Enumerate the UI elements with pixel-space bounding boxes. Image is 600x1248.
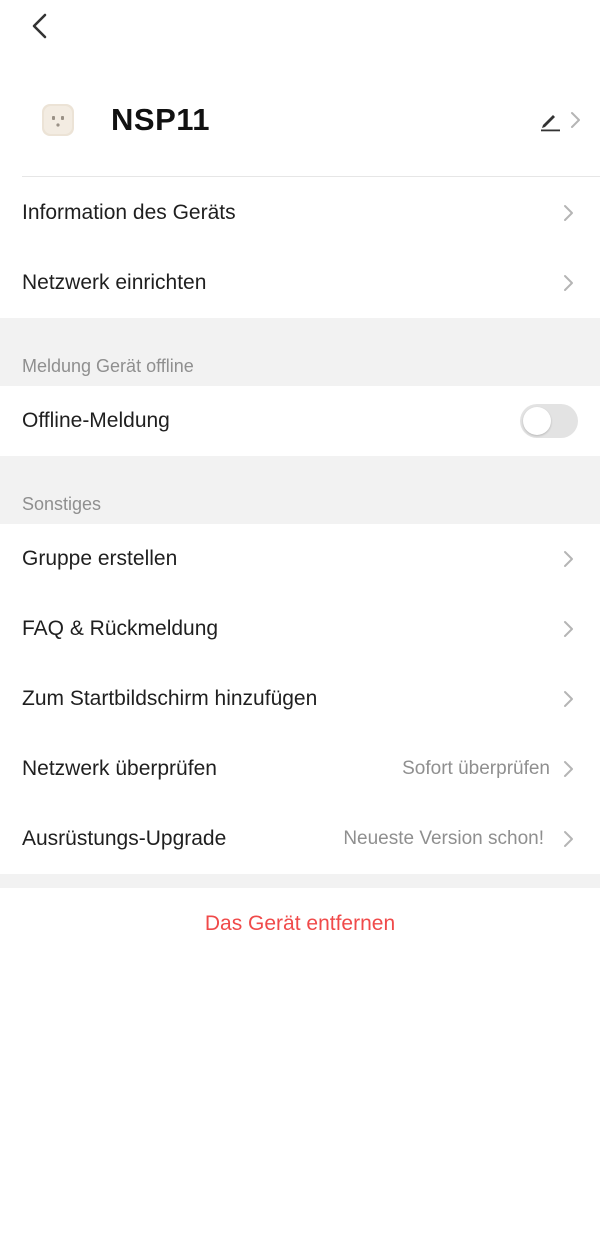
remove-device-button[interactable]: Das Gerät entfernen bbox=[0, 888, 600, 960]
row-label: Netzwerk einrichten bbox=[22, 271, 207, 294]
row-create-group[interactable]: Gruppe erstellen bbox=[0, 524, 600, 594]
device-header[interactable]: NSP11 bbox=[0, 84, 600, 156]
row-check-network[interactable]: Netzwerk überprüfen Sofort überprüfen bbox=[0, 734, 600, 804]
row-firmware-upgrade[interactable]: Ausrüstungs-Upgrade Neueste Version scho… bbox=[0, 804, 600, 874]
toggle-knob bbox=[523, 407, 551, 435]
row-label: Netzwerk überprüfen bbox=[22, 757, 217, 780]
chevron-right-icon bbox=[564, 761, 573, 777]
chevron-right-icon bbox=[564, 205, 573, 221]
row-label: Gruppe erstellen bbox=[22, 547, 178, 570]
row-label: FAQ & Rückmeldung bbox=[22, 617, 219, 640]
row-offline-notification: Offline-Meldung bbox=[0, 386, 600, 456]
edit-device-button[interactable] bbox=[538, 106, 584, 134]
section-other-header: Sonstiges bbox=[0, 456, 600, 524]
row-device-information[interactable]: Information des Geräts bbox=[0, 178, 600, 248]
row-network-setup[interactable]: Netzwerk einrichten bbox=[0, 248, 600, 318]
top-bar bbox=[0, 0, 600, 56]
section-divider bbox=[0, 874, 600, 888]
chevron-right-icon bbox=[564, 275, 573, 291]
chevron-right-icon bbox=[564, 831, 573, 847]
row-value: Sofort überprüfen bbox=[402, 758, 550, 779]
device-name: NSP11 bbox=[111, 102, 211, 137]
back-button[interactable] bbox=[22, 8, 58, 44]
row-faq-feedback[interactable]: FAQ & Rückmeldung bbox=[0, 594, 600, 664]
chevron-right-icon bbox=[564, 551, 573, 567]
section-title-offline: Meldung Gerät offline bbox=[22, 356, 194, 376]
offline-notification-toggle[interactable] bbox=[520, 404, 578, 438]
chevron-right-icon bbox=[571, 112, 580, 128]
chevron-right-icon bbox=[564, 621, 573, 637]
device-settings-screen: NSP11 Information des Geräts Netzwerk ei… bbox=[0, 0, 600, 1248]
header-divider bbox=[22, 176, 600, 177]
chevron-right-icon bbox=[564, 691, 573, 707]
smart-plug-icon bbox=[42, 104, 74, 136]
row-label: Offline-Meldung bbox=[22, 409, 170, 432]
row-label: Ausrüstungs-Upgrade bbox=[22, 827, 227, 850]
section-title-other: Sonstiges bbox=[22, 494, 102, 514]
row-add-to-homescreen[interactable]: Zum Startbildschirm hinzufügen bbox=[0, 664, 600, 734]
row-label: Information des Geräts bbox=[22, 201, 236, 224]
row-value: Neueste Version schon! bbox=[343, 828, 544, 849]
section-offline-header: Meldung Gerät offline bbox=[0, 318, 600, 386]
chevron-left-icon bbox=[32, 13, 47, 39]
row-label: Zum Startbildschirm hinzufügen bbox=[22, 687, 318, 710]
pencil-icon bbox=[541, 115, 560, 132]
